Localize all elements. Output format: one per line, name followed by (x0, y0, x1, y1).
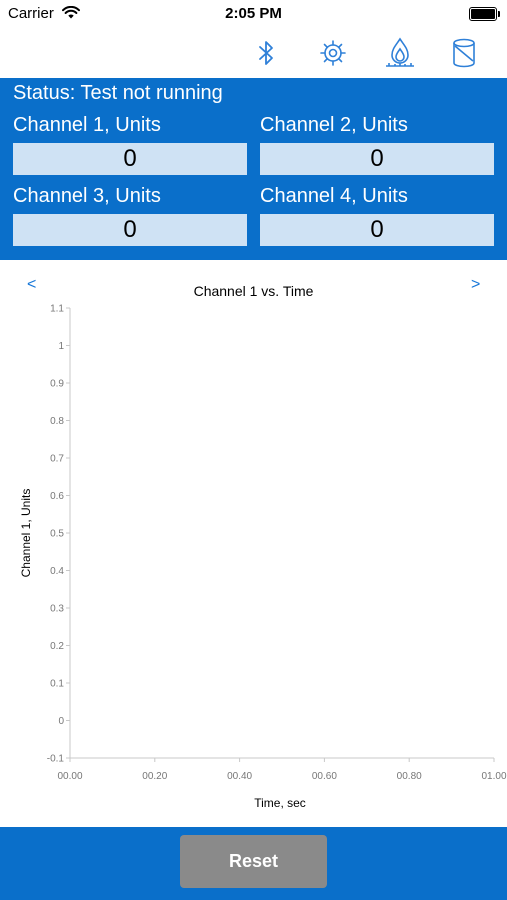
y-tick-label: 0.6 (50, 491, 64, 502)
y-tick-label: 0.2 (50, 641, 64, 652)
x-tick-label: 00.00 (57, 771, 82, 782)
chart: 1.1 1 0.9 0.8 0.7 0.6 0.5 0.4 0.3 0.2 0.1 0 -0.1 00.0… (19, 304, 507, 811)
y-tick-label: 0.5 (50, 529, 64, 540)
x-tick-label: 00.60 (312, 771, 337, 782)
y-tick-label: 1 (58, 341, 64, 352)
y-tick-label: 0.7 (50, 454, 64, 465)
y-axis-label: Channel 1, Units (19, 489, 33, 578)
y-tick-label: 0.9 (50, 379, 64, 390)
y-tick-label: 1.1 (50, 304, 64, 315)
reset-button[interactable]: Reset (180, 835, 327, 888)
footer-bar: Reset (0, 827, 507, 900)
y-tick-label: 0.4 (50, 566, 64, 577)
y-tick-label: -0.1 (47, 754, 65, 765)
y-tick-label: 0.8 (50, 416, 64, 427)
y-tick-label: 0.3 (50, 604, 64, 615)
x-tick-label: 01.00 (481, 771, 506, 782)
x-tick-label: 00.40 (227, 771, 252, 782)
y-tick-label: 0.1 (50, 679, 64, 690)
x-tick-label: 00.20 (142, 771, 167, 782)
x-tick-label: 00.80 (397, 771, 422, 782)
x-axis-label: Time, sec (254, 796, 306, 810)
y-tick-label: 0 (58, 716, 64, 727)
